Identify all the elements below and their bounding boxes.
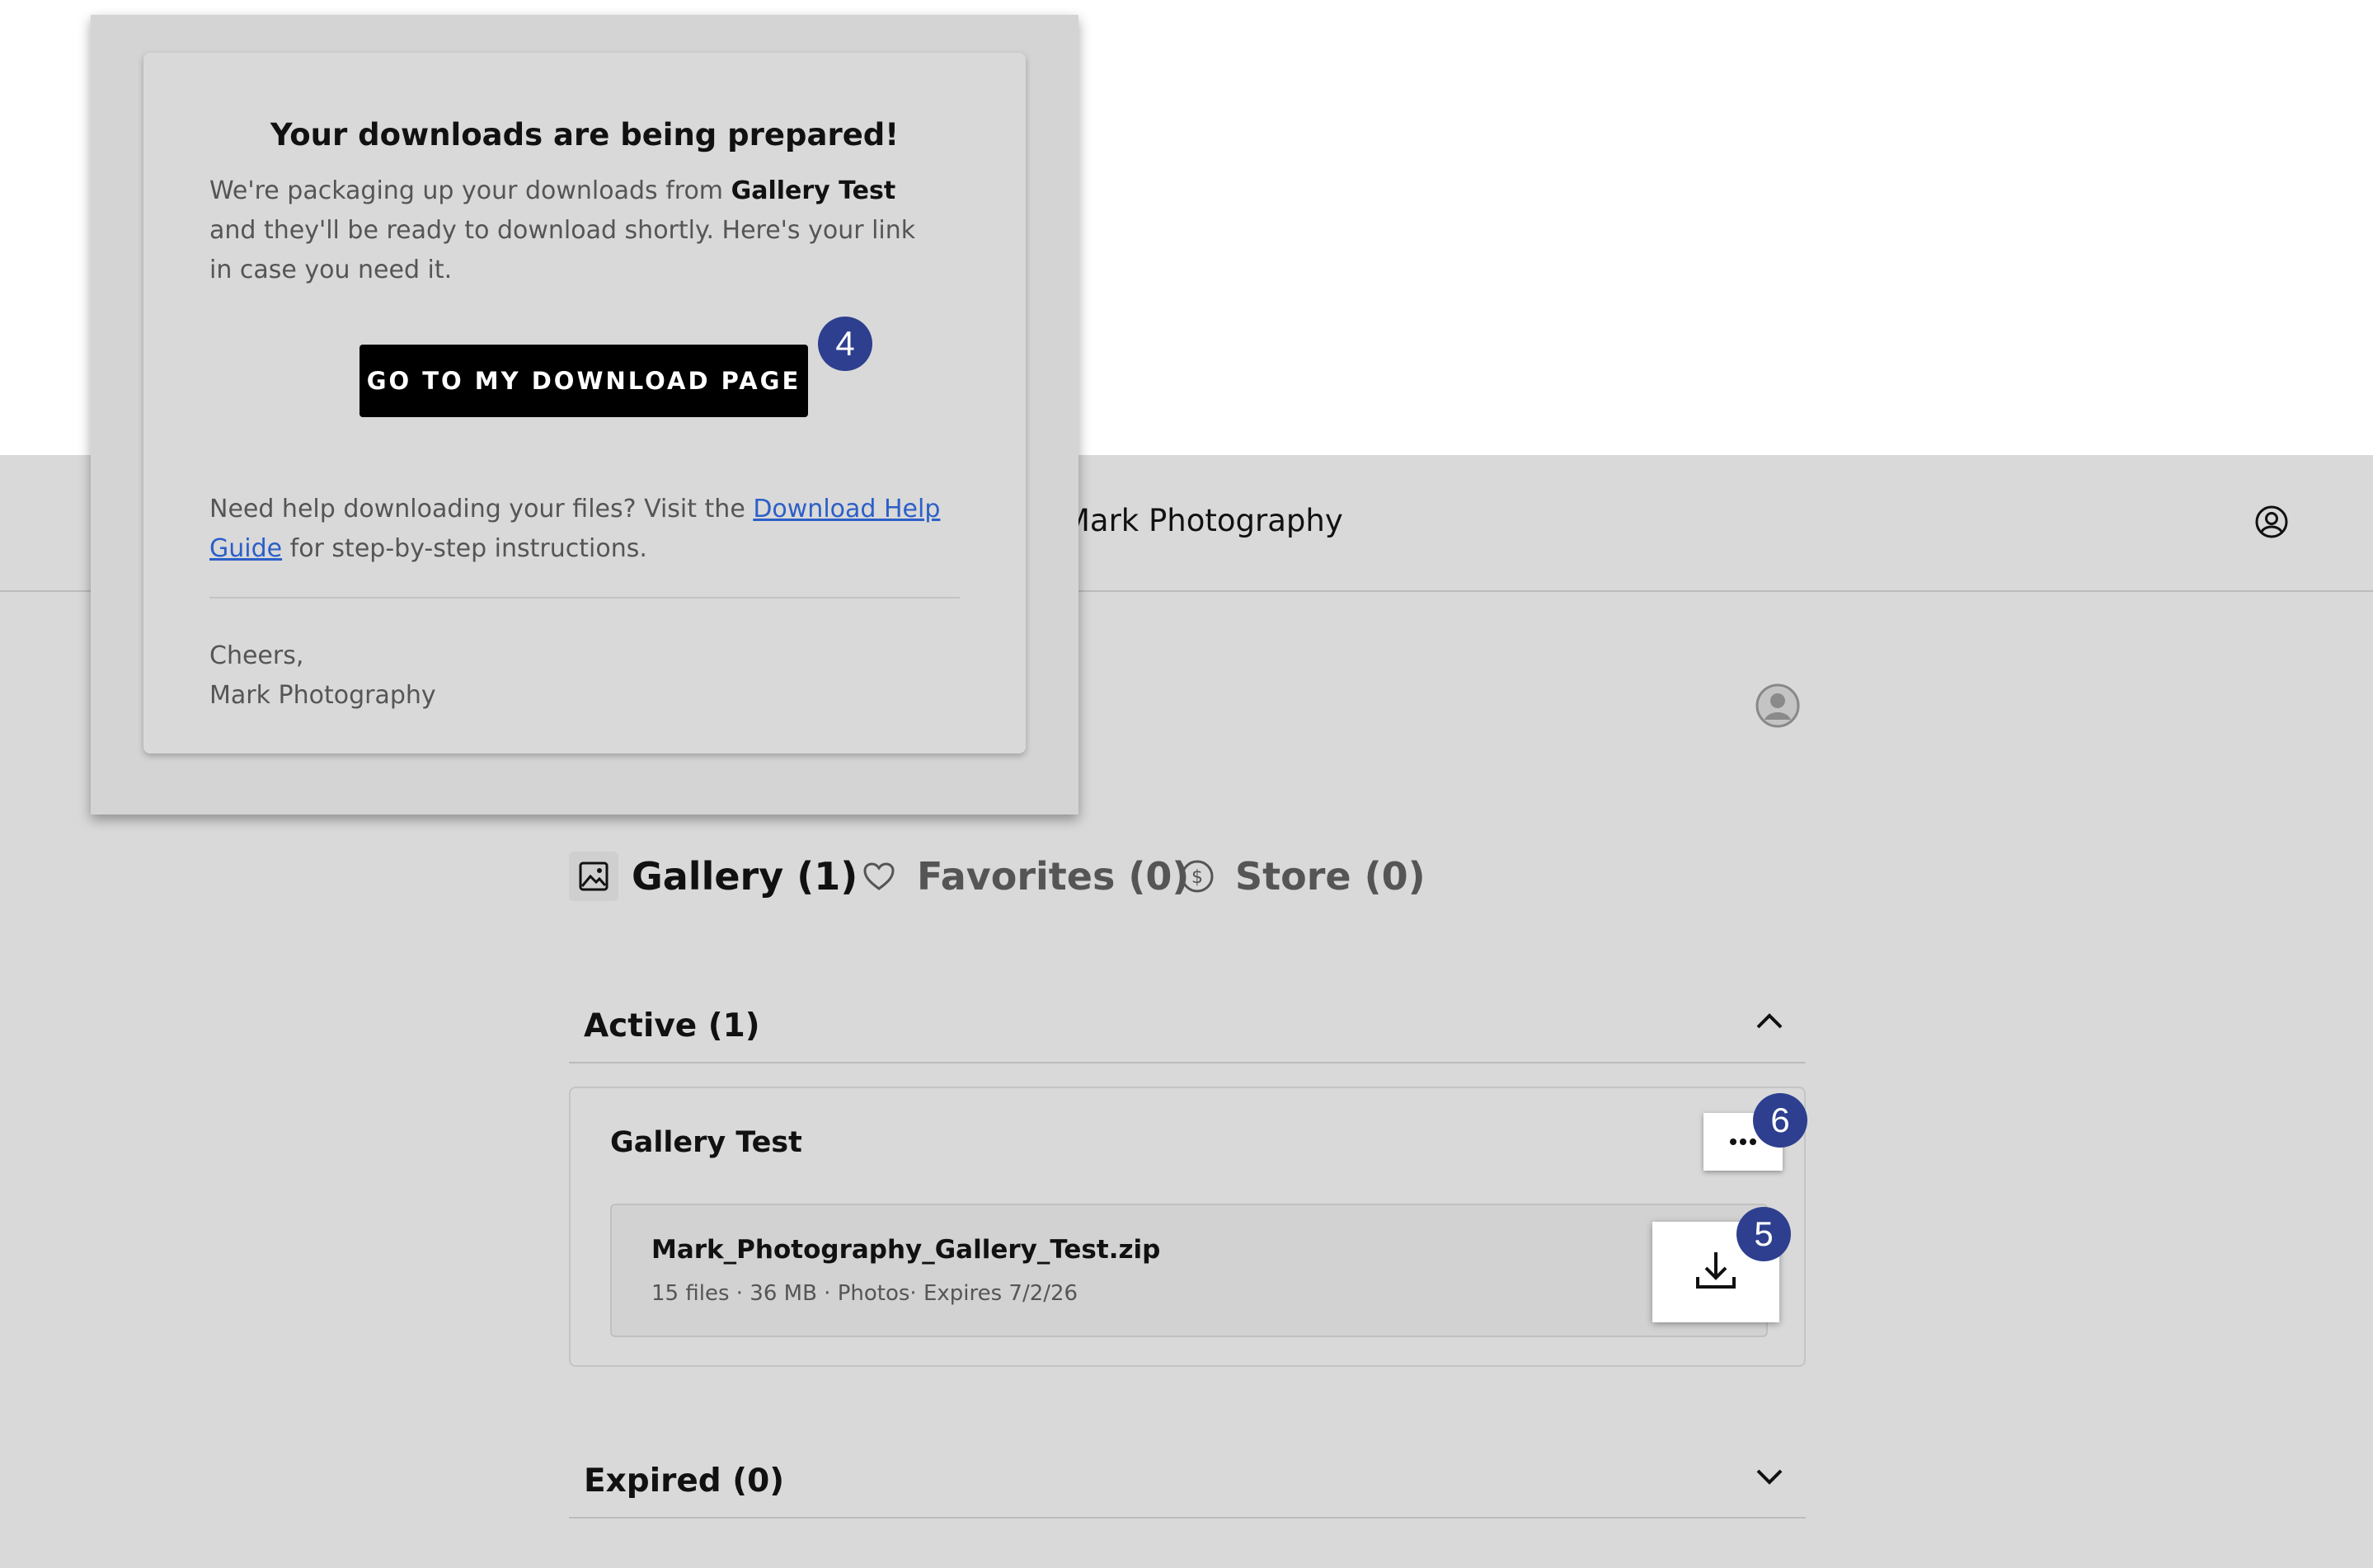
modal-help-text: Need help downloading your files? Visit … <box>209 490 952 569</box>
modal-gallery-name: Gallery Test <box>731 176 896 205</box>
modal-help-prefix: Need help downloading your files? Visit … <box>209 495 754 523</box>
download-modal-overlay: Your downloads are being prepared! We're… <box>91 15 1078 815</box>
account-icon[interactable] <box>2254 505 2289 539</box>
tab-store[interactable]: $ Store (0) <box>1172 849 1426 904</box>
step-badge-download-page: 4 <box>818 317 872 371</box>
brand-name[interactable]: Mark Photography <box>1064 503 1343 538</box>
chevron-down-icon[interactable] <box>1753 1464 1786 1489</box>
heart-icon <box>854 852 904 901</box>
download-modal: Your downloads are being prepared! We're… <box>143 53 1026 753</box>
step-badge-more: 6 <box>1753 1093 1807 1148</box>
modal-signer: Mark Photography <box>209 681 436 710</box>
file-meta: 15 files · 36 MB · Photos· Expires 7/2/2… <box>651 1281 1078 1306</box>
chevron-up-icon[interactable] <box>1753 1009 1786 1034</box>
modal-signoff: Cheers, <box>209 641 304 670</box>
modal-body-text: We're packaging up your downloads from <box>209 176 731 205</box>
tab-gallery[interactable]: Gallery (1) <box>569 849 858 904</box>
avatar-icon <box>1755 683 1801 729</box>
tab-favorites[interactable]: Favorites (0) <box>854 849 1189 904</box>
tab-favorites-label: Favorites (0) <box>917 854 1190 899</box>
dollar-circle-icon: $ <box>1172 852 1222 901</box>
go-to-download-page-button[interactable]: GO TO MY DOWNLOAD PAGE <box>359 345 808 417</box>
tab-store-label: Store (0) <box>1235 854 1426 899</box>
modal-signature: Cheers, Mark Photography <box>209 636 436 716</box>
modal-divider <box>209 597 960 599</box>
modal-help-suffix: for step-by-step instructions. <box>282 534 647 563</box>
image-icon <box>569 852 618 901</box>
section-active-header[interactable]: Active (1) <box>569 979 1806 1063</box>
section-expired-header[interactable]: Expired (0) <box>569 1434 1806 1519</box>
step-badge-download: 5 <box>1736 1207 1791 1261</box>
section-active-title: Active (1) <box>584 1007 760 1045</box>
ellipsis-icon <box>1727 1134 1760 1150</box>
file-name: Mark_Photography_Gallery_Test.zip <box>651 1235 1161 1265</box>
download-icon <box>1693 1247 1739 1297</box>
section-expired-title: Expired (0) <box>584 1462 785 1500</box>
tab-gallery-label: Gallery (1) <box>632 854 858 899</box>
modal-body: We're packaging up your downloads from G… <box>209 171 935 290</box>
gallery-download-card: Gallery Test Mark_Photography_Gallery_Te… <box>569 1087 1806 1367</box>
download-file-row: Mark_Photography_Gallery_Test.zip 15 fil… <box>610 1204 1779 1337</box>
gallery-card-title: Gallery Test <box>610 1126 802 1159</box>
svg-text:$: $ <box>1191 867 1203 888</box>
modal-body-text-end: and they'll be ready to download shortly… <box>209 216 916 284</box>
modal-title: Your downloads are being prepared! <box>270 117 900 153</box>
